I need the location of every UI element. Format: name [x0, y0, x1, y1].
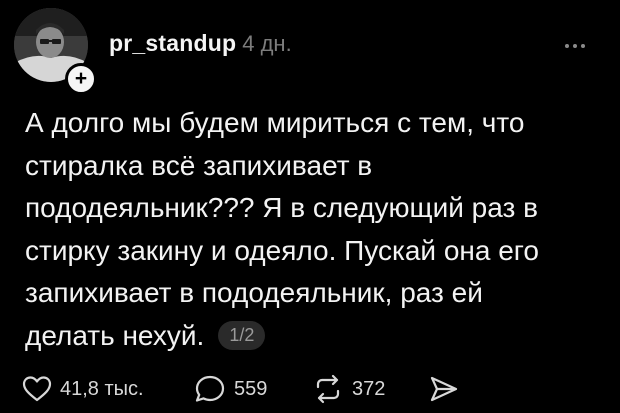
comment-count: 559 [234, 377, 268, 400]
repost-count: 372 [352, 377, 386, 400]
more-horizontal-icon[interactable] [565, 44, 585, 48]
thread-post: + pr_standup 4 дн. А долго мы будем мири… [0, 0, 620, 413]
comment-button[interactable]: 559 [194, 372, 267, 406]
post-header: pr_standup 4 дн. [109, 30, 292, 64]
send-icon [430, 376, 458, 402]
post-text-line: стиралка всё запихивает в [25, 149, 373, 181]
like-count: 41,8 тыс. [60, 377, 144, 400]
heart-icon [22, 376, 52, 402]
repost-button[interactable]: 372 [312, 372, 385, 406]
follow-button[interactable]: + [65, 63, 97, 95]
post-text-line: пододеяльник??? Я в следующий раз в [25, 192, 538, 223]
post-text-line: запихивает в пододеяльник, раз ей [25, 277, 483, 308]
post-text-last-line: делать нехуй. 1/2 [25, 315, 595, 358]
username[interactable]: pr_standup [109, 30, 236, 57]
repost-icon [316, 374, 340, 404]
avatar-container[interactable]: + [14, 8, 97, 95]
share-button[interactable] [428, 372, 460, 406]
post-text-line: делать нехуй. [25, 319, 205, 351]
plus-icon: + [74, 66, 88, 90]
page-indicator: 1/2 [218, 320, 266, 350]
comment-icon [195, 375, 225, 402]
post-text-line: А долго мы будем мириться с тем, что [25, 107, 525, 138]
timestamp[interactable]: 4 дн. [242, 31, 291, 57]
post-text-line: стирку закину и одеяло. Пускай она его [25, 234, 539, 266]
action-bar: 41,8 тыс. 559 372 [22, 372, 602, 406]
like-button[interactable]: 41,8 тыс. [22, 372, 144, 406]
post-text: А долго мы будем мириться с тем, что сти… [25, 102, 595, 357]
